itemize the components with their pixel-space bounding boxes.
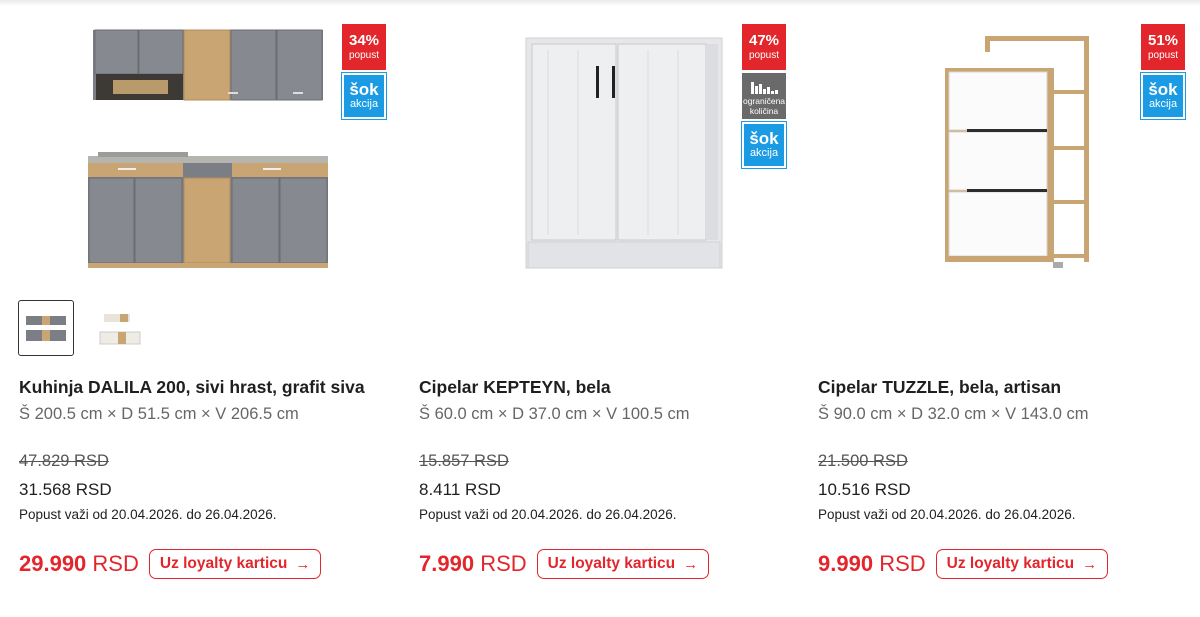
product-card-cipelar-kepteyn[interactable]: 47% popust ograničena količina šok akcij… [418, 0, 798, 617]
loyalty-price-row: 29.990 RSD Uz loyalty karticu → [19, 549, 322, 579]
loyalty-price-value: 29.990 [19, 551, 87, 576]
sok-line2: akcija [749, 147, 779, 159]
shoe-rack-shelf-icon [945, 36, 1089, 268]
image-thumbnails [18, 300, 148, 356]
product-image[interactable]: 47% popust ograničena količina šok akcij… [418, 10, 788, 280]
product-title[interactable]: Kuhinja DALILA 200, sivi hrast, grafit s… [19, 377, 365, 398]
product-title[interactable]: Cipelar TUZZLE, bela, artisan [818, 377, 1061, 398]
arrow-right-icon: → [1082, 555, 1098, 573]
discount-percent: 47% [748, 32, 780, 49]
loyalty-button-label: Uz loyalty karticu [946, 555, 1075, 572]
current-price: 8.411 RSD [419, 480, 501, 499]
discount-badge: 34% popust [342, 24, 386, 70]
loyalty-button-label: Uz loyalty karticu [159, 555, 288, 572]
badge-stack: 47% popust ograničena količina šok akcij… [741, 24, 787, 169]
loyalty-price-row: 7.990 RSD Uz loyalty karticu → [419, 549, 710, 579]
discount-badge: 51% popust [1141, 24, 1185, 70]
kitchen-white-thumb-icon [99, 314, 141, 345]
discount-percent: 34% [348, 32, 380, 49]
discount-badge: 47% popust [742, 24, 786, 70]
loyalty-card-button[interactable]: Uz loyalty karticu → [536, 549, 710, 579]
current-price: 10.516 RSD [818, 480, 911, 499]
thumbnail-2[interactable] [92, 300, 148, 356]
loyalty-card-button[interactable]: Uz loyalty karticu → [148, 549, 322, 579]
loyalty-price: 7.990 RSD [419, 551, 527, 577]
old-price: 47.829 RSD [19, 452, 109, 470]
current-price: 31.568 RSD [19, 480, 112, 499]
sok-line2: akcija [349, 98, 379, 110]
sok-akcija-badge: šok akcija [341, 72, 387, 120]
product-dimensions: Š 90.0 cm × D 32.0 cm × V 143.0 cm [818, 405, 1089, 423]
thumbnail-1[interactable] [18, 300, 74, 356]
product-dimensions: Š 60.0 cm × D 37.0 cm × V 100.5 cm [419, 405, 690, 423]
limited-quantity-badge: ograničena količina [742, 73, 786, 119]
bar-chart-icon [750, 82, 778, 94]
product-card-kuhinja-dalila[interactable]: 34% popust šok akcija Kuhinja DALILA 200… [18, 0, 398, 617]
loyalty-price-currency: RSD [92, 551, 139, 576]
arrow-right-icon: → [295, 555, 311, 573]
loyalty-price-value: 7.990 [419, 551, 475, 576]
old-price: 15.857 RSD [419, 452, 509, 470]
badge-stack: 51% popust šok akcija [1140, 24, 1186, 120]
kitchen-set-icon [88, 29, 328, 268]
sok-line1: šok [749, 129, 779, 148]
sok-akcija-badge: šok akcija [1140, 72, 1186, 120]
loyalty-price-row: 9.990 RSD Uz loyalty karticu → [818, 549, 1109, 579]
discount-percent: 51% [1147, 32, 1179, 49]
loyalty-price: 9.990 RSD [818, 551, 926, 577]
discount-label: popust [748, 50, 780, 61]
limited-line2: količina [749, 106, 779, 116]
sok-line2: akcija [1148, 98, 1178, 110]
sok-line1: šok [349, 80, 379, 99]
badge-stack: 34% popust šok akcija [341, 24, 387, 120]
old-price: 21.500 RSD [818, 452, 908, 470]
limited-line1: ograničena [742, 96, 786, 106]
product-title[interactable]: Cipelar KEPTEYN, bela [419, 377, 611, 398]
shoe-cabinet-icon [525, 37, 723, 269]
loyalty-button-label: Uz loyalty karticu [547, 555, 676, 572]
sok-line1: šok [1148, 80, 1178, 99]
loyalty-price-currency: RSD [480, 551, 527, 576]
discount-label: popust [348, 50, 380, 61]
sok-akcija-badge: šok akcija [741, 121, 787, 169]
arrow-right-icon: → [683, 555, 699, 573]
kitchen-thumb-icon [26, 316, 66, 341]
discount-validity: Popust važi od 20.04.2026. do 26.04.2026… [818, 507, 1076, 522]
loyalty-price-currency: RSD [879, 551, 926, 576]
product-image[interactable]: 51% popust šok akcija [817, 10, 1187, 280]
loyalty-card-button[interactable]: Uz loyalty karticu → [935, 549, 1109, 579]
discount-label: popust [1147, 50, 1179, 61]
product-dimensions: Š 200.5 cm × D 51.5 cm × V 206.5 cm [19, 405, 299, 423]
discount-validity: Popust važi od 20.04.2026. do 26.04.2026… [419, 507, 677, 522]
product-image[interactable]: 34% popust šok akcija [18, 10, 388, 280]
loyalty-price-value: 9.990 [818, 551, 874, 576]
discount-validity: Popust važi od 20.04.2026. do 26.04.2026… [19, 507, 277, 522]
product-card-cipelar-tuzzle[interactable]: 51% popust šok akcija Cipelar TUZZLE, be… [817, 0, 1197, 617]
loyalty-price: 29.990 RSD [19, 551, 139, 577]
